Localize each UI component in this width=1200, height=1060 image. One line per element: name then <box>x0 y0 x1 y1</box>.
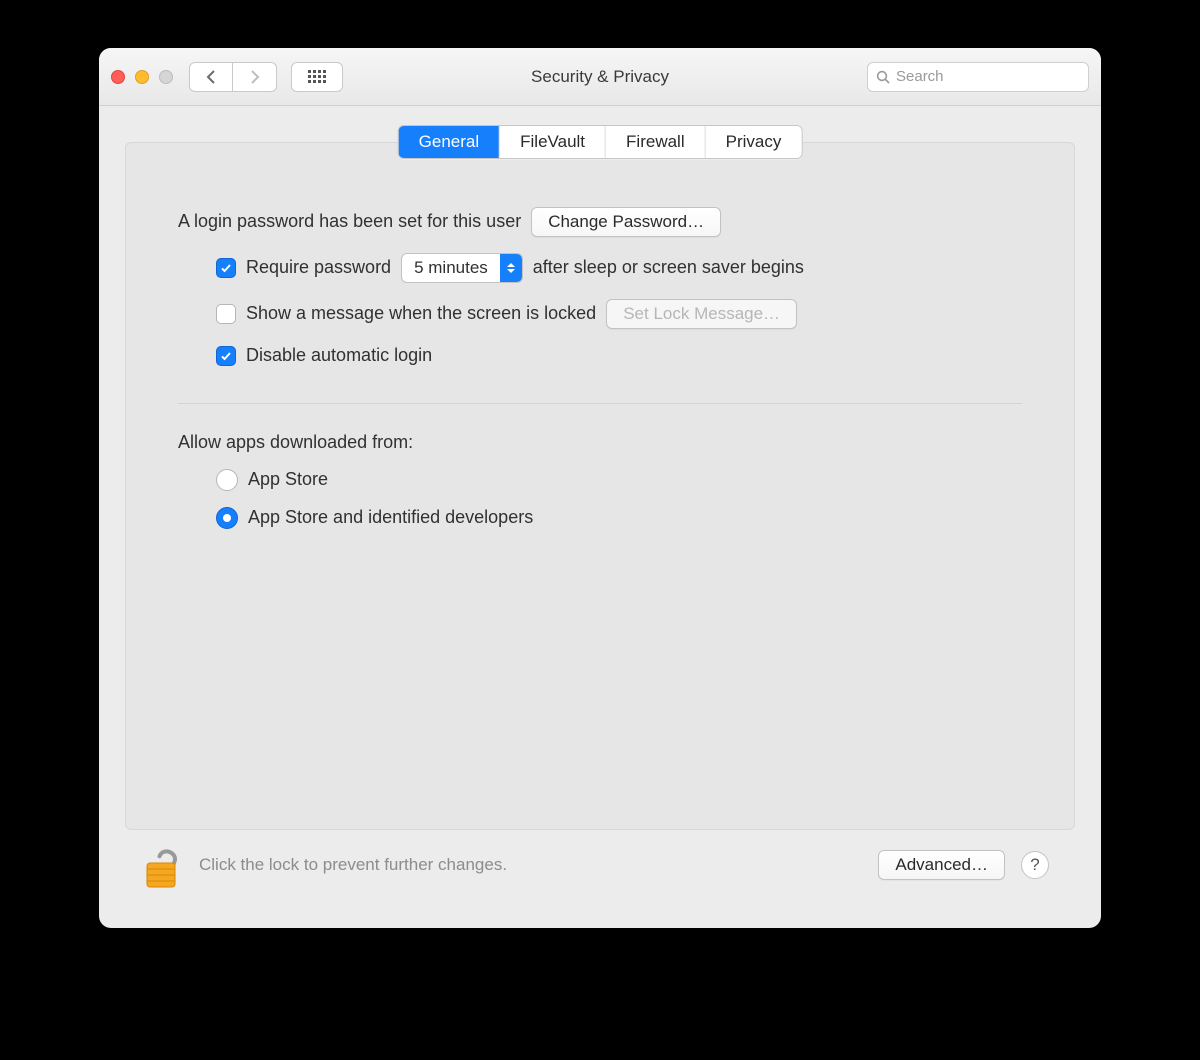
titlebar: Security & Privacy Search <box>99 48 1101 106</box>
set-lock-message-button: Set Lock Message… <box>606 299 797 329</box>
grid-icon <box>308 70 326 83</box>
tab-filevault[interactable]: FileVault <box>500 126 606 158</box>
check-icon <box>220 350 232 362</box>
window-controls <box>111 70 173 84</box>
login-password-text: A login password has been set for this u… <box>178 211 521 233</box>
settings-panel: General FileVault Firewall Privacy A log… <box>125 142 1075 830</box>
show-all-button[interactable] <box>291 62 343 92</box>
search-icon <box>876 70 890 84</box>
show-message-checkbox[interactable] <box>216 304 236 324</box>
select-value: 5 minutes <box>402 258 500 278</box>
divider <box>178 403 1022 404</box>
radio-app-store-label: App Store <box>248 469 328 491</box>
minimize-window-button[interactable] <box>135 70 149 84</box>
radio-app-store[interactable] <box>216 469 238 491</box>
search-placeholder: Search <box>896 68 944 85</box>
tab-bar: General FileVault Firewall Privacy <box>398 125 803 159</box>
tab-privacy[interactable]: Privacy <box>706 126 802 158</box>
close-window-button[interactable] <box>111 70 125 84</box>
lock-icon[interactable] <box>141 841 185 889</box>
change-password-button[interactable]: Change Password… <box>531 207 721 237</box>
lock-text: Click the lock to prevent further change… <box>199 855 507 875</box>
require-password-delay-select[interactable]: 5 minutes <box>401 253 523 283</box>
help-button[interactable]: ? <box>1021 851 1049 879</box>
footer: Click the lock to prevent further change… <box>125 830 1075 910</box>
radio-app-store-identified-label: App Store and identified developers <box>248 507 533 529</box>
require-password-pre: Require password <box>246 257 391 279</box>
preferences-window: Security & Privacy Search General FileVa… <box>99 48 1101 928</box>
forward-button[interactable] <box>233 62 277 92</box>
tab-general[interactable]: General <box>399 126 500 158</box>
advanced-button[interactable]: Advanced… <box>878 850 1005 880</box>
check-icon <box>220 262 232 274</box>
allow-apps-heading: Allow apps downloaded from: <box>178 432 413 454</box>
back-button[interactable] <box>189 62 233 92</box>
nav-group <box>189 62 343 92</box>
disable-auto-login-label: Disable automatic login <box>246 345 432 367</box>
disable-auto-login-checkbox[interactable] <box>216 346 236 366</box>
tab-firewall[interactable]: Firewall <box>606 126 706 158</box>
zoom-window-button <box>159 70 173 84</box>
require-password-post: after sleep or screen saver begins <box>533 257 804 279</box>
radio-app-store-identified[interactable] <box>216 507 238 529</box>
require-password-checkbox[interactable] <box>216 258 236 278</box>
search-input[interactable]: Search <box>867 62 1089 92</box>
show-message-label: Show a message when the screen is locked <box>246 303 596 325</box>
stepper-icon <box>500 254 522 282</box>
content-area: General FileVault Firewall Privacy A log… <box>99 106 1101 928</box>
